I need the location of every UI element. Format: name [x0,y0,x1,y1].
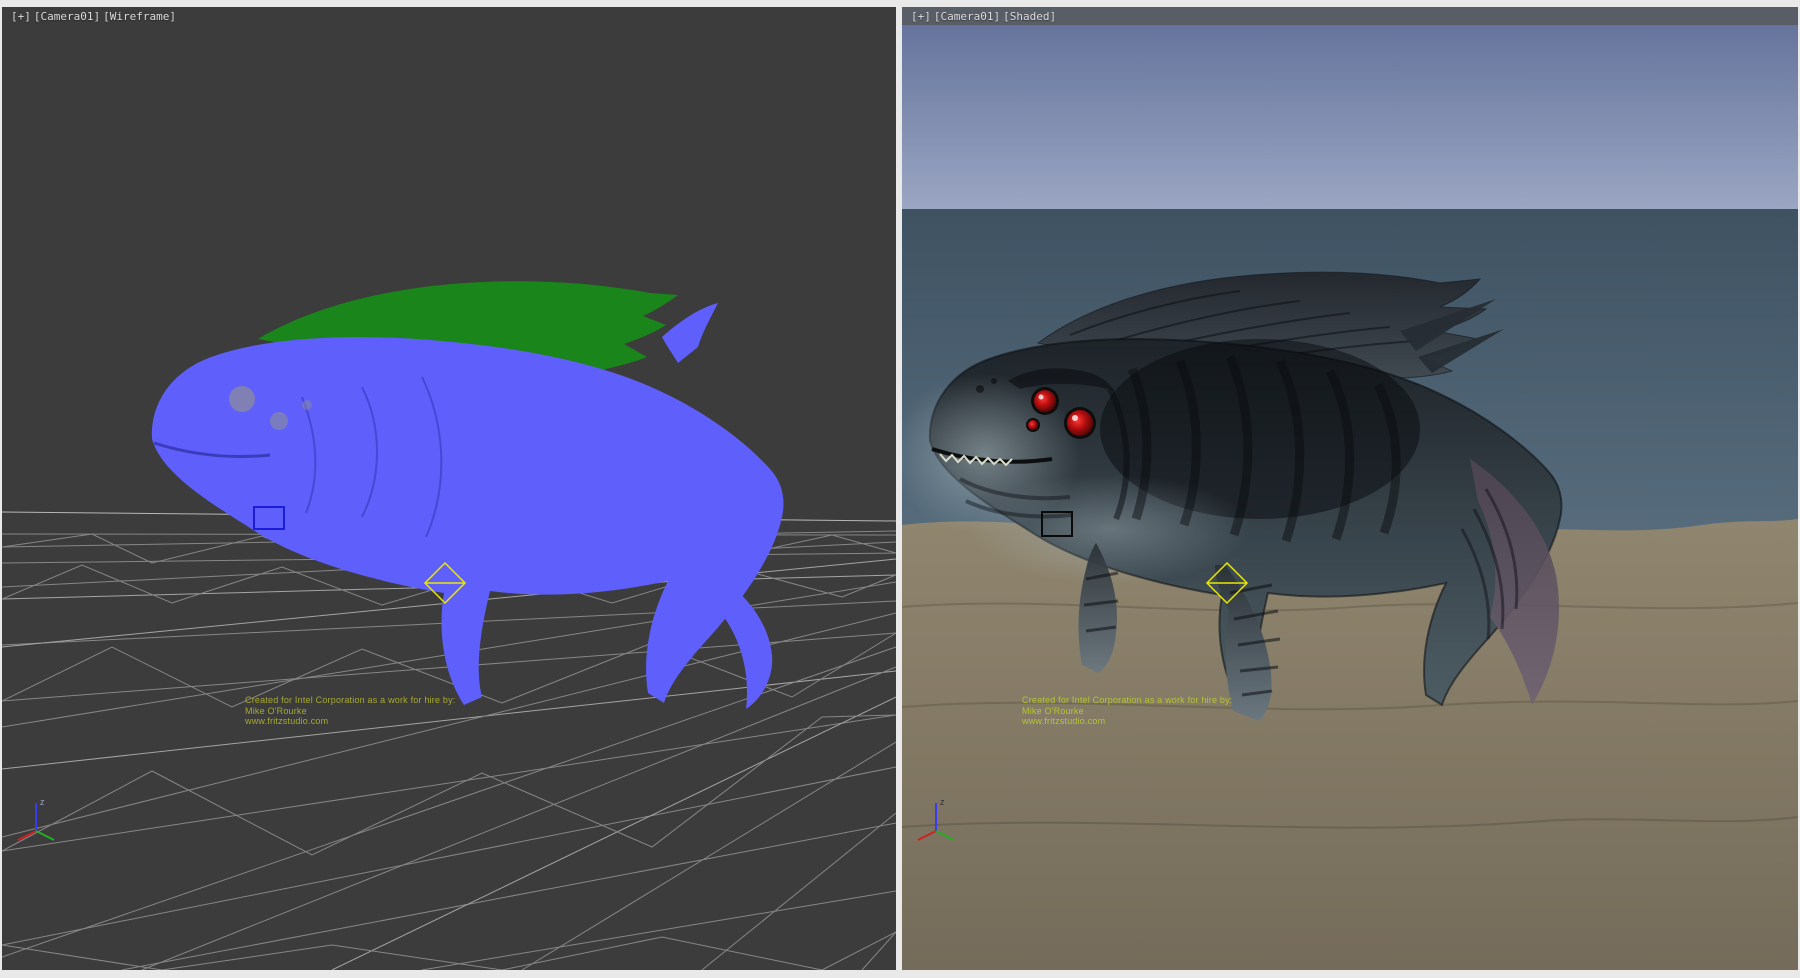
wireframe-scene [2,7,896,970]
fish-model-wireframe[interactable] [152,281,784,709]
camera-label[interactable]: [Camera01] [933,10,1001,23]
watermark-line-2: Mike O'Rourke [245,706,456,717]
watermark-text: Created for Intel Corporation as a work … [245,695,456,727]
belly-highlight [970,474,1250,584]
shaded-scene [902,7,1798,970]
axis-tripod: z [914,793,958,845]
watermark-line-1: Created for Intel Corporation as a work … [245,695,456,706]
shading-mode-label[interactable]: [Wireframe] [102,10,177,23]
viewport-menu-button[interactable]: [+] [10,10,32,23]
viewport-menu-button[interactable]: [+] [910,10,932,23]
watermark-line-3: www.fritzstudio.com [245,716,456,727]
axis-z-label: z [940,797,945,807]
viewport-label-right: [+] [Camera01] [Shaded] [910,10,1057,23]
camera-label[interactable]: [Camera01] [33,10,101,23]
viewport-wireframe[interactable]: [+] [Camera01] [Wireframe] [2,7,896,970]
viewport-label-left: [+] [Camera01] [Wireframe] [10,10,177,23]
viewport-shaded[interactable]: [+] [Camera01] [Shaded] [902,7,1798,970]
axis-z-label: z [40,797,45,807]
watermark-line-3: www.fritzstudio.com [1022,716,1233,727]
back-fin-tip [662,303,718,363]
sky [902,25,1798,209]
watermark-text: Created for Intel Corporation as a work … [1022,695,1233,727]
axis-tripod: z [14,793,58,845]
shading-mode-label[interactable]: [Shaded] [1002,10,1057,23]
watermark-line-1: Created for Intel Corporation as a work … [1022,695,1233,706]
watermark-line-2: Mike O'Rourke [1022,706,1233,717]
dual-viewport-window: [+] [Camera01] [Wireframe] [0,0,1800,978]
